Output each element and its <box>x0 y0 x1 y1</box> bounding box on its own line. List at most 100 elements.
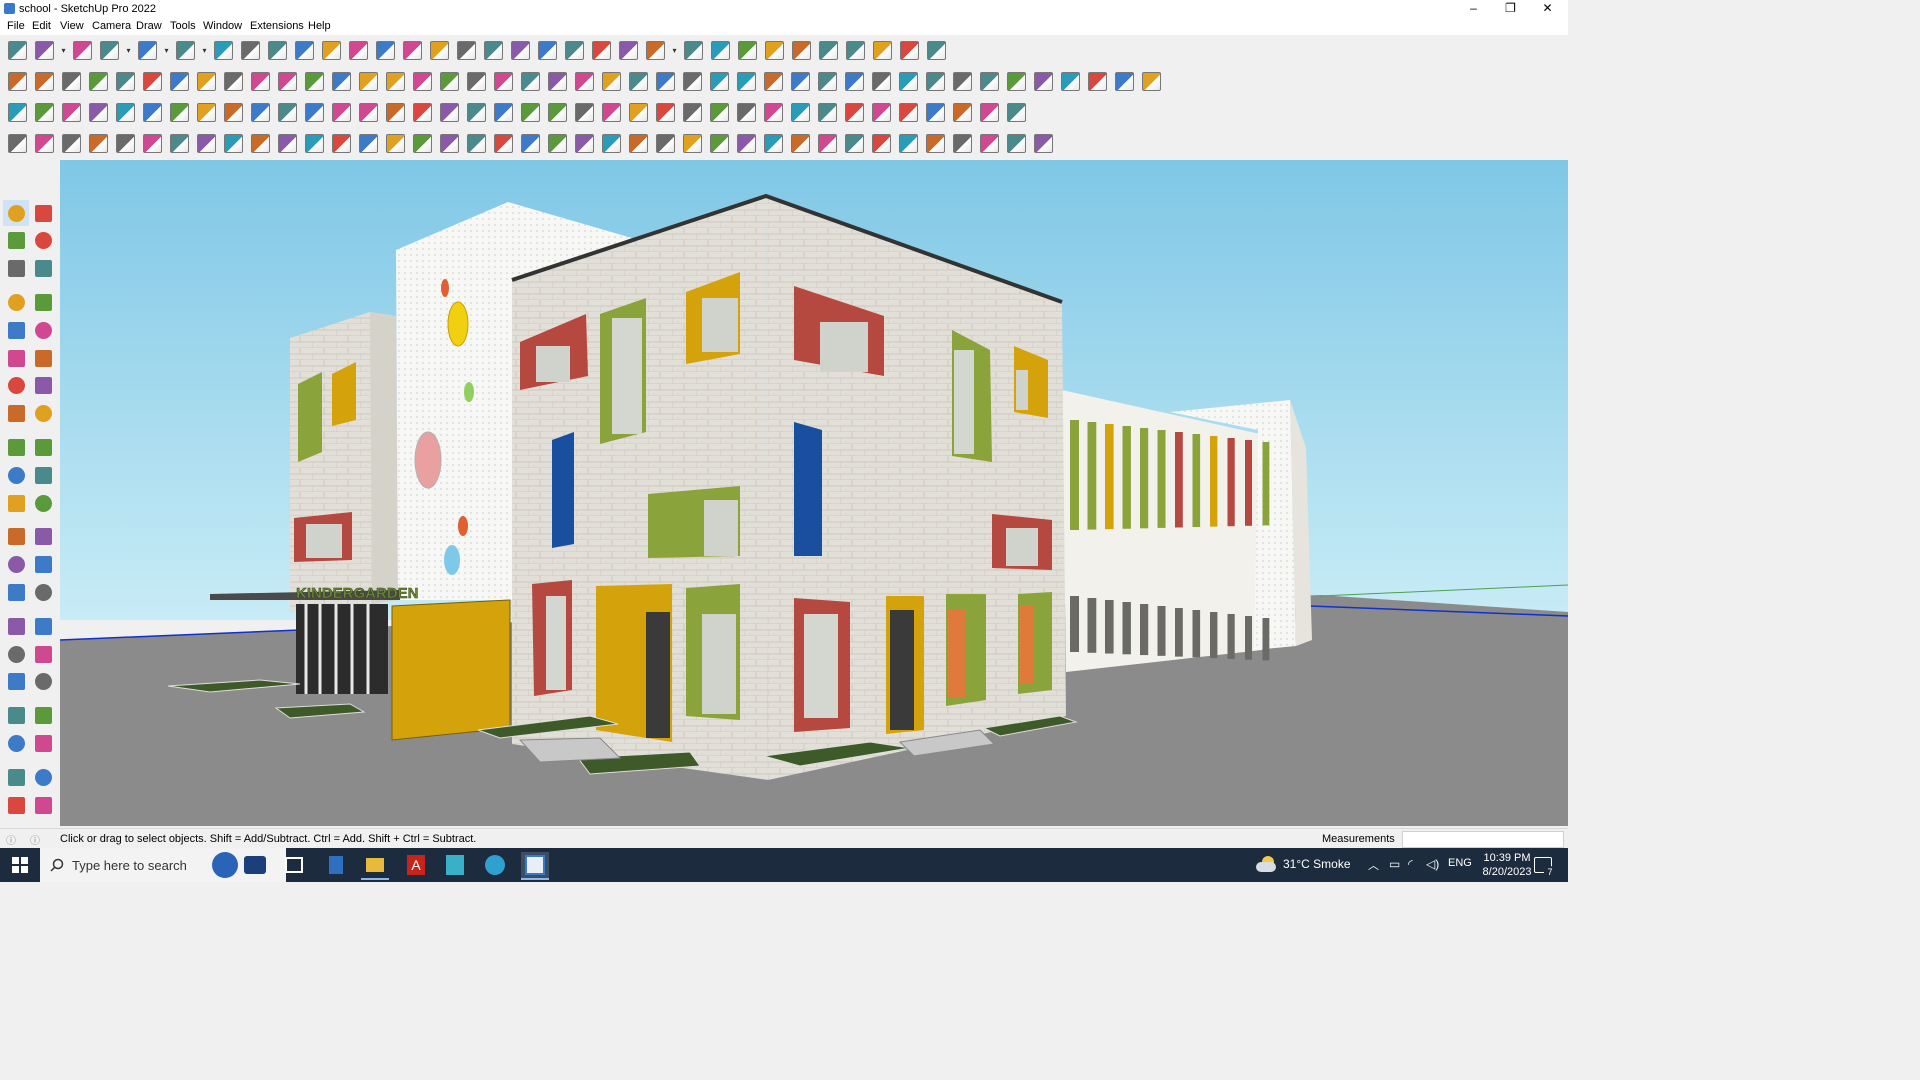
eraser-icon[interactable] <box>69 36 96 64</box>
info-icon[interactable]: ⓘ <box>6 832 16 847</box>
star2-icon[interactable] <box>625 98 652 126</box>
tool34-icon[interactable] <box>922 129 949 157</box>
three-point-arc-icon[interactable] <box>30 401 56 427</box>
rotate-icon[interactable] <box>3 462 29 488</box>
tool12-icon[interactable] <box>328 129 355 157</box>
tool32-icon[interactable] <box>868 129 895 157</box>
loop-icon[interactable] <box>868 67 895 95</box>
file-explorer-icon[interactable] <box>361 852 389 880</box>
plane3-icon[interactable] <box>355 67 382 95</box>
dropdown-arrow-icon[interactable]: ▾ <box>669 36 680 64</box>
roof6-icon[interactable] <box>1111 67 1138 95</box>
arc2-icon[interactable] <box>814 67 841 95</box>
roof3-icon[interactable] <box>1030 67 1057 95</box>
poly2-icon[interactable] <box>4 129 31 157</box>
tape-measure-icon[interactable] <box>30 256 56 282</box>
house4-icon[interactable] <box>517 67 544 95</box>
axes-icon[interactable] <box>734 36 761 64</box>
dropdown-arrow-icon[interactable]: ▾ <box>58 36 69 64</box>
house2-icon[interactable] <box>463 67 490 95</box>
tool27-icon[interactable] <box>733 129 760 157</box>
previous-icon[interactable] <box>30 669 56 695</box>
spiral2-icon[interactable] <box>571 98 598 126</box>
help-icon[interactable]: ⓘ <box>30 832 40 847</box>
paint-bucket-icon[interactable] <box>3 228 29 254</box>
tool23-icon[interactable] <box>625 129 652 157</box>
offset-icon[interactable] <box>30 490 56 516</box>
arrows-icon[interactable] <box>761 36 788 64</box>
tool-icon[interactable] <box>625 67 652 95</box>
pan-icon[interactable] <box>453 36 480 64</box>
tool21-icon[interactable] <box>571 129 598 157</box>
print-icon[interactable] <box>923 36 950 64</box>
sandbox-icon[interactable] <box>3 764 29 790</box>
tool20-icon[interactable] <box>544 129 571 157</box>
tool38-icon[interactable] <box>1030 129 1057 157</box>
solid-icon[interactable] <box>4 67 31 95</box>
tool4-icon[interactable] <box>112 129 139 157</box>
zoomextents-icon[interactable] <box>507 36 534 64</box>
circle3d-icon[interactable] <box>112 98 139 126</box>
menu-view[interactable]: View <box>60 20 84 32</box>
text-icon[interactable] <box>30 552 56 578</box>
pushpull-icon[interactable] <box>30 434 56 460</box>
roof5-icon[interactable] <box>1084 67 1111 95</box>
search-highlight-icon[interactable] <box>212 852 238 878</box>
house5-icon[interactable] <box>544 67 571 95</box>
tool5-icon[interactable] <box>139 129 166 157</box>
weather-text[interactable]: 31°C Smoke <box>1283 857 1351 871</box>
menu-edit[interactable]: Edit <box>32 20 51 32</box>
tool14-icon[interactable] <box>382 129 409 157</box>
arrow-icon[interactable] <box>706 98 733 126</box>
gear3-icon[interactable] <box>841 98 868 126</box>
3d-text-icon[interactable] <box>30 579 56 605</box>
plus-icon[interactable] <box>382 98 409 126</box>
section-plane-icon[interactable] <box>30 730 56 756</box>
rail-icon[interactable] <box>328 98 355 126</box>
menu-window[interactable]: Window <box>203 20 242 32</box>
search-highlight-icon-2[interactable] <box>244 856 266 874</box>
pencil-icon[interactable] <box>96 36 123 64</box>
solid2-icon[interactable] <box>31 67 58 95</box>
sandbox2-icon[interactable] <box>30 764 56 790</box>
scale-icon[interactable] <box>318 36 345 64</box>
tool28-icon[interactable] <box>760 129 787 157</box>
plane-icon[interactable] <box>301 67 328 95</box>
tool36-icon[interactable] <box>976 129 1003 157</box>
undo-icon[interactable] <box>869 36 896 64</box>
eraser2-icon[interactable] <box>949 67 976 95</box>
push6-icon[interactable] <box>220 67 247 95</box>
wall-icon[interactable] <box>193 98 220 126</box>
rectangle-icon[interactable] <box>3 317 29 343</box>
move-icon[interactable] <box>264 36 291 64</box>
rotated-rect-icon[interactable] <box>30 317 56 343</box>
arrow3-icon[interactable] <box>760 98 787 126</box>
task-view-icon[interactable] <box>280 852 308 878</box>
tape-icon[interactable] <box>3 524 29 550</box>
tool26-icon[interactable] <box>706 129 733 157</box>
tool31-icon[interactable] <box>841 129 868 157</box>
tool19-icon[interactable] <box>517 129 544 157</box>
grid-icon[interactable] <box>868 98 895 126</box>
loop2-icon[interactable] <box>895 67 922 95</box>
taskbar-search[interactable]: Type here to search <box>40 848 286 882</box>
push4-icon[interactable] <box>166 67 193 95</box>
gem-icon[interactable] <box>787 98 814 126</box>
polygon-icon[interactable] <box>30 345 56 371</box>
component2-icon[interactable] <box>139 98 166 126</box>
flip-icon[interactable] <box>166 98 193 126</box>
calculator-icon[interactable] <box>322 852 350 878</box>
text3d-icon[interactable] <box>85 98 112 126</box>
tool25-icon[interactable] <box>679 129 706 157</box>
arc-icon[interactable] <box>3 373 29 399</box>
walk-icon[interactable] <box>3 730 29 756</box>
zoomwindow-icon[interactable] <box>480 36 507 64</box>
network-icon[interactable]: ▭ <box>1389 857 1400 871</box>
orbit2-icon[interactable] <box>3 613 29 639</box>
position-camera-icon[interactable] <box>3 703 29 729</box>
pie-icon[interactable] <box>30 373 56 399</box>
tool30-icon[interactable] <box>814 129 841 157</box>
roof7-icon[interactable] <box>1138 67 1165 95</box>
tool17-icon[interactable] <box>463 129 490 157</box>
text-icon[interactable] <box>372 36 399 64</box>
